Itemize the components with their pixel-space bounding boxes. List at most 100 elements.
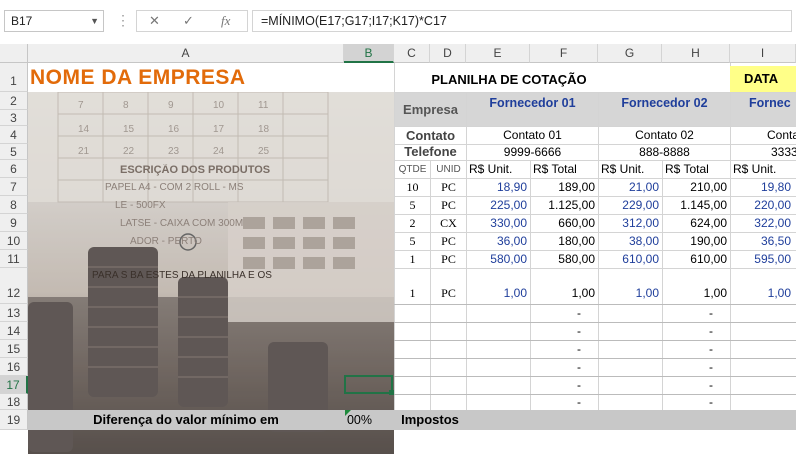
empty-total-1[interactable]: -	[531, 377, 581, 394]
column-header-g[interactable]: G	[598, 44, 662, 63]
supplier-1-phone[interactable]: 9999-6666	[467, 145, 598, 160]
sheet-title[interactable]: PLANILHA DE COTAÇÃO	[394, 72, 624, 87]
unit-header-1[interactable]: R$ Unit.	[469, 161, 512, 178]
item-total-2[interactable]: 1.145,00	[663, 197, 727, 214]
row-header-7[interactable]: 7	[0, 178, 28, 196]
item-unid[interactable]: PC	[431, 251, 466, 268]
date-label[interactable]: DATA	[730, 66, 796, 92]
supplier-1-contact[interactable]: Contato 01	[467, 127, 598, 144]
row-header-5[interactable]: 5	[0, 144, 28, 160]
row-header-1[interactable]: 1	[0, 63, 28, 92]
item-total-2[interactable]: 624,00	[663, 215, 727, 232]
item-unit-1[interactable]: 1,00	[467, 285, 527, 302]
column-header-d[interactable]: D	[430, 44, 466, 63]
chevron-down-icon[interactable]: ▼	[90, 11, 99, 31]
item-unid[interactable]: PC	[431, 233, 466, 250]
empty-total-1[interactable]: -	[531, 305, 581, 322]
item-qtde[interactable]: 5	[395, 197, 430, 214]
item-total-2[interactable]: 210,00	[663, 179, 727, 196]
item-total-2[interactable]: 1,00	[663, 285, 727, 302]
unid-header[interactable]: UNID	[431, 161, 466, 178]
item-total-2[interactable]: 190,00	[663, 233, 727, 250]
supplier-2-phone[interactable]: 888-8888	[599, 145, 730, 160]
item-unid[interactable]: PC	[431, 179, 466, 196]
empty-total-1[interactable]: -	[531, 359, 581, 376]
item-unit-2[interactable]: 610,00	[599, 251, 659, 268]
column-header-f[interactable]: F	[530, 44, 598, 63]
active-cell-b17[interactable]	[344, 375, 393, 394]
item-unit-3[interactable]: 595,00	[731, 251, 791, 268]
item-qtde[interactable]: 5	[395, 233, 430, 250]
item-total-1[interactable]: 580,00	[531, 251, 595, 268]
item-unit-2[interactable]: 1,00	[599, 285, 659, 302]
impostos-label[interactable]: Impostos	[394, 410, 466, 430]
item-unit-2[interactable]: 21,00	[599, 179, 659, 196]
item-qtde[interactable]: 2	[395, 215, 430, 232]
empty-total-1[interactable]: -	[531, 323, 581, 340]
empty-total-2[interactable]: -	[663, 359, 713, 376]
item-unit-3[interactable]: 19,80	[731, 179, 791, 196]
item-unit-1[interactable]: 36,00	[467, 233, 527, 250]
item-total-2[interactable]: 610,00	[663, 251, 727, 268]
empty-total-2[interactable]: -	[663, 377, 713, 394]
drag-handle-icon[interactable]: ⋮	[116, 12, 130, 29]
insert-function-icon[interactable]: fx	[221, 13, 230, 29]
item-unit-3[interactable]: 322,00	[731, 215, 791, 232]
row-header-14[interactable]: 14	[0, 322, 28, 340]
item-unit-1[interactable]: 330,00	[467, 215, 527, 232]
footer-percent[interactable]: 00%	[344, 410, 394, 430]
supplier-3-phone[interactable]: 3333	[731, 145, 796, 160]
row-header-18[interactable]: 18	[0, 394, 28, 410]
formula-input[interactable]: =MÍNIMO(E17;G17;I17;K17)*C17	[252, 10, 792, 32]
cancel-icon[interactable]: ✕	[149, 13, 160, 29]
item-unit-1[interactable]: 580,00	[467, 251, 527, 268]
contato-label[interactable]: Contato	[395, 127, 466, 144]
row-header-6[interactable]: 6	[0, 160, 28, 178]
item-unit-3[interactable]: 220,00	[731, 197, 791, 214]
empresa-label[interactable]: Empresa	[395, 93, 466, 126]
column-header-c[interactable]: C	[394, 44, 430, 63]
row-header-12[interactable]: 12	[0, 268, 28, 304]
item-qtde[interactable]: 10	[395, 179, 430, 196]
row-header-4[interactable]: 4	[0, 126, 28, 144]
row-header-11[interactable]: 11	[0, 250, 28, 268]
item-total-1[interactable]: 180,00	[531, 233, 595, 250]
item-unit-3[interactable]: 36,50	[731, 233, 791, 250]
supplier-3-name[interactable]: Fornec	[731, 93, 796, 126]
select-all-corner[interactable]	[0, 44, 28, 63]
column-header-i[interactable]: I	[730, 44, 796, 63]
row-header-10[interactable]: 10	[0, 232, 28, 250]
item-unit-1[interactable]: 225,00	[467, 197, 527, 214]
empty-total-2[interactable]: -	[663, 341, 713, 358]
enter-icon[interactable]: ✓	[183, 13, 194, 29]
empty-total-1[interactable]: -	[531, 341, 581, 358]
item-qtde[interactable]: 1	[395, 251, 430, 268]
fill-handle[interactable]	[389, 390, 394, 395]
item-unid[interactable]: PC	[431, 285, 466, 302]
supplier-2-contact[interactable]: Contato 02	[599, 127, 730, 144]
empty-total-2[interactable]: -	[663, 323, 713, 340]
item-unid[interactable]: PC	[431, 197, 466, 214]
empty-total-1[interactable]: -	[531, 394, 581, 410]
column-header-e[interactable]: E	[466, 44, 530, 63]
item-total-1[interactable]: 660,00	[531, 215, 595, 232]
item-unit-3[interactable]: 1,00	[731, 285, 791, 302]
qtde-header[interactable]: QTDE	[395, 161, 430, 178]
row-header-17[interactable]: 17	[0, 376, 28, 394]
column-header-h[interactable]: H	[662, 44, 730, 63]
supplier-3-contact[interactable]: Conta	[731, 127, 796, 144]
row-header-3[interactable]: 3	[0, 110, 28, 126]
row-header-13[interactable]: 13	[0, 304, 28, 322]
supplier-2-name[interactable]: Fornecedor 02	[599, 93, 730, 126]
supplier-1-name[interactable]: Fornecedor 01	[467, 93, 598, 126]
row-header-9[interactable]: 9	[0, 214, 28, 232]
row-header-19[interactable]: 19	[0, 410, 28, 430]
empty-total-2[interactable]: -	[663, 394, 713, 410]
total-header-2[interactable]: R$ Total	[665, 161, 709, 178]
item-unit-1[interactable]: 18,90	[467, 179, 527, 196]
row-header-2[interactable]: 2	[0, 92, 28, 110]
row-header-8[interactable]: 8	[0, 196, 28, 214]
row-header-16[interactable]: 16	[0, 358, 28, 376]
column-header-a[interactable]: A	[28, 44, 344, 63]
item-unit-2[interactable]: 312,00	[599, 215, 659, 232]
